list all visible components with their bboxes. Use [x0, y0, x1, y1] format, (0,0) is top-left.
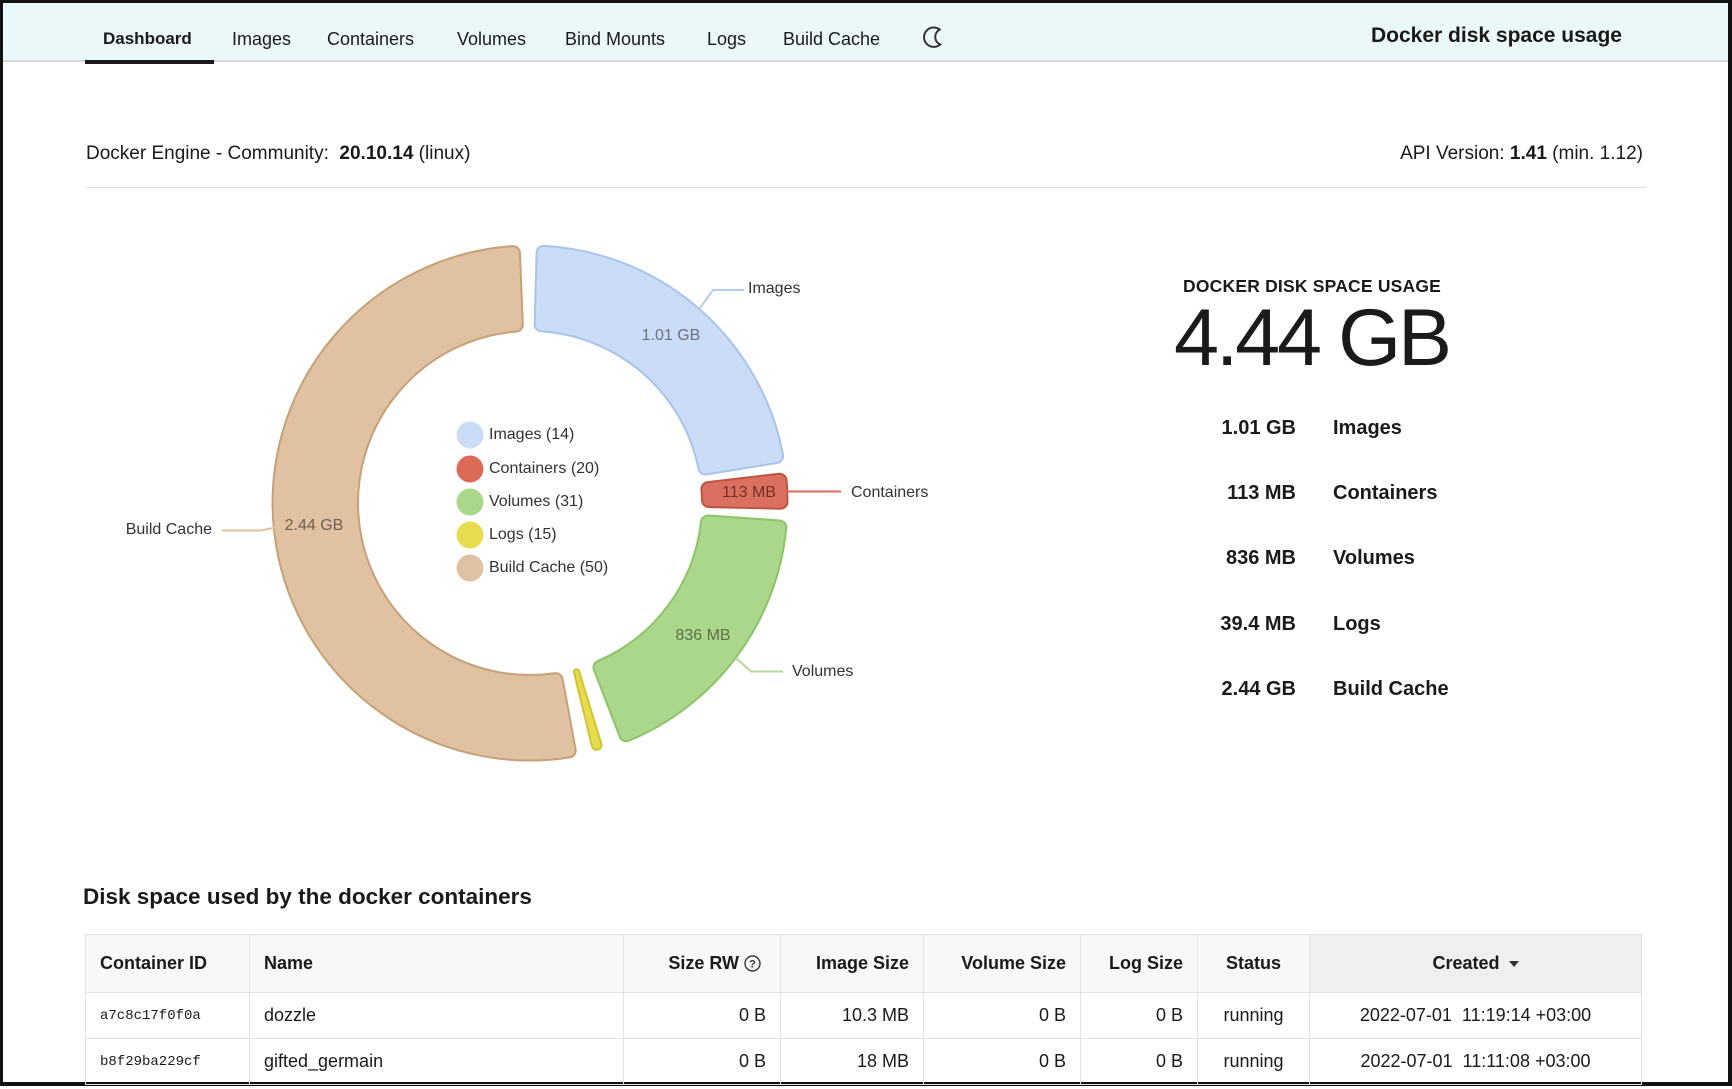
svg-text:1.01 GB: 1.01 GB — [642, 327, 701, 344]
svg-text:Build Cache: Build Cache — [126, 521, 212, 538]
svg-text:Volumes: Volumes — [792, 663, 853, 680]
svg-text:Containers: Containers — [851, 484, 928, 501]
svg-text:Images (14): Images (14) — [489, 426, 574, 443]
svg-text:Volumes (31): Volumes (31) — [489, 493, 583, 510]
svg-text:Logs (15): Logs (15) — [489, 526, 557, 543]
svg-text:Containers (20): Containers (20) — [489, 460, 599, 477]
svg-text:?: ? — [749, 959, 756, 971]
svg-text:Build Cache (50): Build Cache (50) — [489, 559, 608, 576]
svg-text:113 MB: 113 MB — [722, 484, 776, 501]
svg-text:836 MB: 836 MB — [675, 627, 730, 644]
svg-text:2.44 GB: 2.44 GB — [285, 517, 344, 534]
svg-text:Images: Images — [748, 280, 800, 297]
